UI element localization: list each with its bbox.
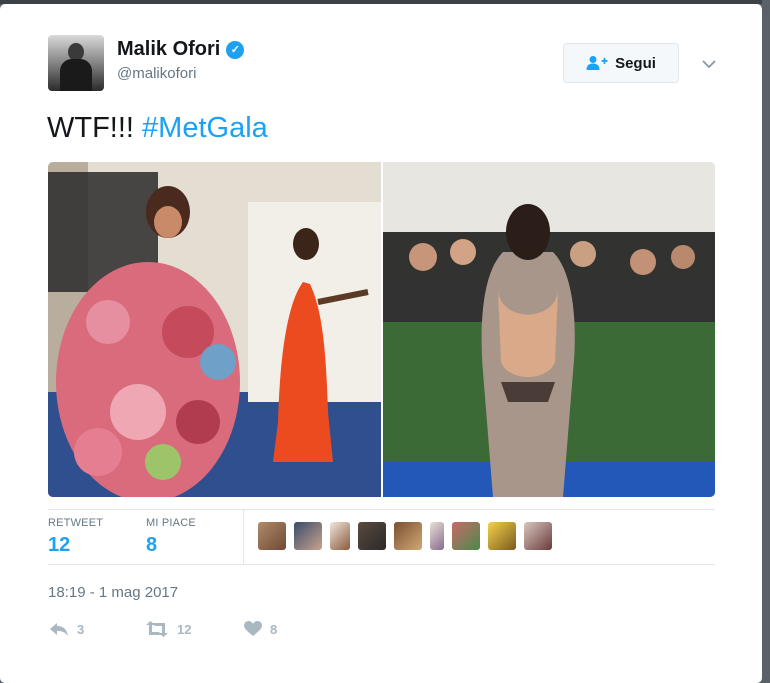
- tweet-timestamp[interactable]: 18:19 - 1 mag 2017: [48, 584, 178, 601]
- tweet-text: WTF!!! #MetGala: [47, 112, 268, 145]
- retweet-stat[interactable]: RETWEET 12: [48, 517, 103, 557]
- reply-count: 3: [77, 621, 85, 637]
- like-action[interactable]: 8: [244, 621, 277, 637]
- liker-avatar[interactable]: [452, 522, 480, 550]
- liker-avatar[interactable]: [294, 522, 322, 550]
- liker-avatar[interactable]: [394, 522, 422, 550]
- follow-button-label: Segui: [615, 54, 656, 72]
- liker-avatar[interactable]: [330, 522, 350, 550]
- photo-left-illustration: [48, 162, 381, 497]
- retweet-icon: [146, 621, 168, 637]
- liker-avatar[interactable]: [430, 522, 444, 550]
- author-display-name[interactable]: Malik Ofori: [117, 38, 220, 61]
- chevron-down-icon[interactable]: [699, 54, 719, 74]
- reply-icon: [50, 623, 68, 636]
- retweet-count: 12: [177, 621, 192, 637]
- retweet-stat-label: RETWEET: [48, 517, 104, 529]
- avatar[interactable]: [48, 35, 104, 91]
- author-name-row[interactable]: Malik Ofori ✓: [117, 38, 245, 61]
- heart-icon: [244, 621, 262, 636]
- divider-bottom: [48, 564, 715, 565]
- photo-right[interactable]: [383, 162, 715, 497]
- liker-avatar[interactable]: [524, 522, 552, 550]
- backdrop-edge: [762, 0, 770, 683]
- like-stat[interactable]: MI PIACE 8: [146, 517, 196, 557]
- stats-separator: [243, 510, 244, 564]
- retweet-action[interactable]: 12: [145, 621, 191, 637]
- avatar-body: [60, 59, 92, 91]
- tweet-text-body: WTF!!!: [47, 112, 134, 144]
- media-grid: [48, 162, 715, 497]
- liker-avatar[interactable]: [488, 522, 516, 550]
- hashtag-link[interactable]: #MetGala: [142, 112, 268, 144]
- reply-action[interactable]: 3: [49, 621, 84, 637]
- liker-avatar[interactable]: [258, 522, 286, 550]
- verified-icon: ✓: [226, 40, 245, 59]
- likers-avatars: [258, 522, 552, 550]
- retweet-stat-value: 12: [48, 534, 71, 556]
- follow-button[interactable]: Segui: [563, 43, 679, 83]
- liker-avatar[interactable]: [358, 522, 386, 550]
- like-count: 8: [270, 621, 278, 637]
- photo-left[interactable]: [48, 162, 381, 497]
- photo-right-illustration: [383, 162, 715, 497]
- author-handle[interactable]: @malikofori: [117, 65, 196, 82]
- divider-top: [48, 509, 715, 510]
- add-user-icon: [586, 56, 608, 70]
- like-stat-value: 8: [146, 534, 158, 556]
- like-stat-label: MI PIACE: [146, 517, 196, 529]
